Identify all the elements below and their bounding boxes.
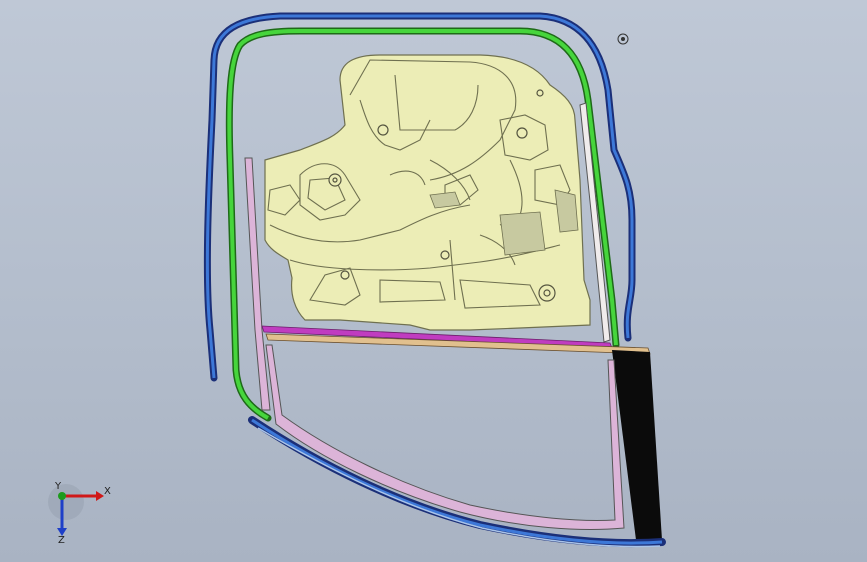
y-axis-label: Y	[54, 481, 62, 492]
x-axis-label: X	[104, 486, 111, 497]
y-axis-dot	[58, 492, 66, 500]
triad-sphere	[48, 484, 84, 520]
orientation-triad: X Y Z	[48, 481, 111, 544]
z-axis-label: Z	[58, 535, 65, 544]
cad-viewport[interactable]: X Y Z	[0, 0, 867, 562]
door-assembly-model[interactable]	[0, 0, 867, 562]
target-icon[interactable]	[617, 33, 629, 45]
window-frame-lower[interactable]	[265, 344, 625, 530]
